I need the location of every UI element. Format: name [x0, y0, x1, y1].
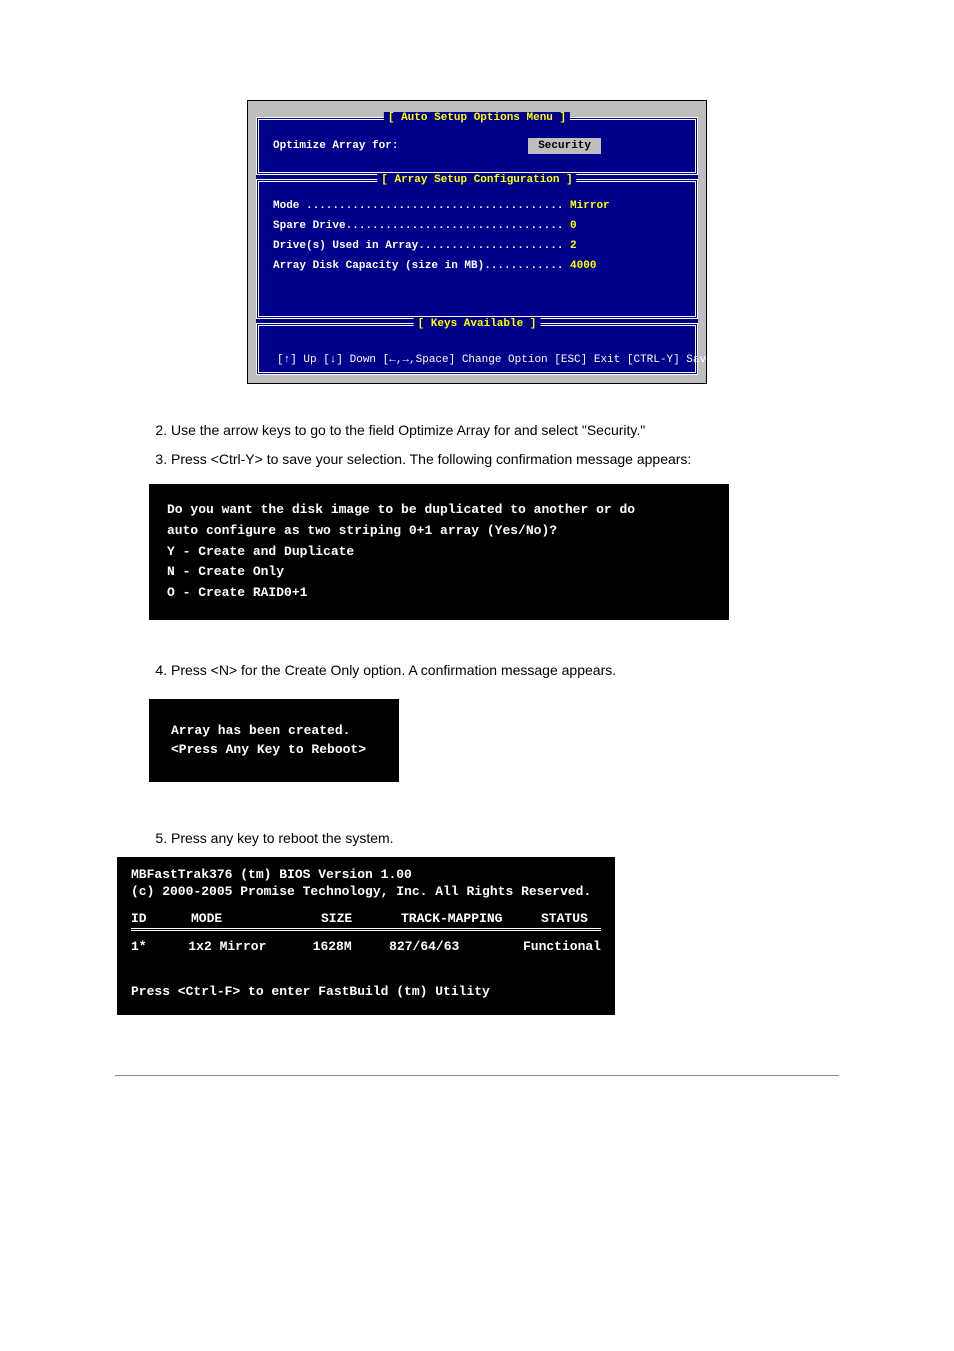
bios-copyright: (c) 2000-2005 Promise Technology, Inc. A…	[131, 884, 601, 899]
instruction-list-3: Press any key to reboot the system.	[115, 828, 839, 849]
prompt-line: O - Create RAID0+1	[167, 583, 711, 604]
col-mode: MODE	[191, 911, 321, 926]
config-mode: Mode ...................................…	[273, 200, 681, 212]
instruction-list: Use the arrow keys to go to the field Op…	[115, 420, 839, 470]
config-spare: Spare Drive.............................…	[273, 220, 681, 232]
panel-title: [ Keys Available ]	[414, 318, 541, 330]
config-capacity: Array Disk Capacity (size in MB)........…	[273, 260, 681, 272]
col-status: STATUS	[541, 911, 601, 926]
divider	[131, 928, 601, 931]
step-5: Press any key to reboot the system.	[171, 828, 839, 849]
step-3: Press <Ctrl-Y> to save your selection. T…	[171, 449, 839, 470]
col-id: ID	[131, 911, 191, 926]
keys-panel: [ Keys Available ] [↑] Up [↓] Down [←,→,…	[256, 323, 698, 375]
prompt-line: <Press Any Key to Reboot>	[171, 740, 377, 760]
prompt-line: Do you want the disk image to be duplica…	[167, 500, 711, 521]
created-prompt: Array has been created. <Press Any Key t…	[149, 699, 399, 782]
bios-table-header: ID MODE SIZE TRACK-MAPPING STATUS	[131, 911, 601, 926]
cell-track: 827/64/63	[389, 939, 523, 954]
cell-size: 1628M	[313, 939, 389, 954]
array-config-panel: [ Array Setup Configuration ] Mode .....…	[256, 179, 698, 319]
instruction-list-2: Press <N> for the Create Only option. A …	[115, 660, 839, 681]
page-footer-rule	[115, 1075, 839, 1076]
keys-line: [↑] Up [↓] Down [←,→,Space] Change Optio…	[273, 330, 681, 370]
cell-status: Functional	[523, 939, 601, 954]
prompt-line: N - Create Only	[167, 562, 711, 583]
panel-title: [ Array Setup Configuration ]	[377, 174, 576, 186]
prompt-line: Array has been created.	[171, 721, 377, 741]
col-track: TRACK-MAPPING	[401, 911, 541, 926]
bios-setup-screenshot: [ Auto Setup Options Menu ] Optimize Arr…	[247, 100, 707, 384]
config-drives: Drive(s) Used in Array..................…	[273, 240, 681, 252]
panel-title: [ Auto Setup Options Menu ]	[384, 112, 570, 124]
duplicate-prompt: Do you want the disk image to be duplica…	[149, 484, 729, 620]
bios-boot-screen: MBFastTrak376 (tm) BIOS Version 1.00 (c)…	[117, 857, 615, 1015]
cell-mode: 1x2 Mirror	[188, 939, 312, 954]
step-4: Press <N> for the Create Only option. A …	[171, 660, 839, 681]
prompt-line: auto configure as two striping 0+1 array…	[167, 521, 711, 542]
prompt-line: Y - Create and Duplicate	[167, 542, 711, 563]
table-row: 1* 1x2 Mirror 1628M 827/64/63 Functional	[131, 939, 601, 954]
optimize-value[interactable]: Security	[528, 138, 601, 154]
optimize-row: Optimize Array for: Security	[273, 138, 681, 154]
step-2: Use the arrow keys to go to the field Op…	[171, 420, 839, 441]
optimize-label: Optimize Array for:	[273, 140, 398, 152]
auto-setup-panel: [ Auto Setup Options Menu ] Optimize Arr…	[256, 117, 698, 175]
cell-id: 1*	[131, 939, 188, 954]
bios-inner: [ Auto Setup Options Menu ] Optimize Arr…	[256, 117, 698, 375]
bios-version: MBFastTrak376 (tm) BIOS Version 1.00	[131, 867, 601, 882]
bios-footer: Press <Ctrl-F> to enter FastBuild (tm) U…	[131, 984, 601, 999]
col-size: SIZE	[321, 911, 401, 926]
